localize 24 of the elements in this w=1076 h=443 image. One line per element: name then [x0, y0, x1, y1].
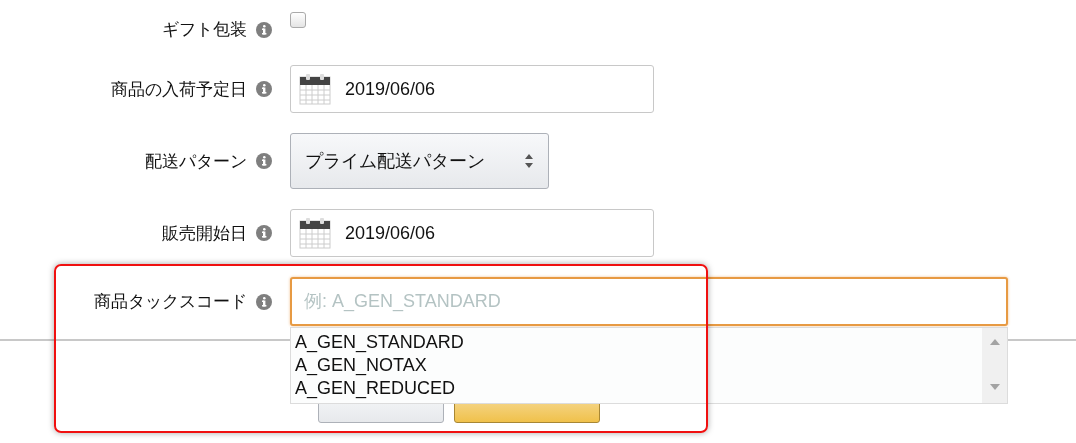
scrollbar[interactable] — [982, 328, 1007, 403]
calendar-icon — [299, 217, 331, 249]
suggestion-item[interactable]: A_GEN_NOTAX — [295, 354, 978, 377]
field-label: 商品タックスコード — [94, 291, 247, 313]
field-label: 販売開始日 — [162, 222, 247, 245]
scroll-up-icon[interactable] — [988, 338, 1001, 346]
info-icon[interactable] — [256, 225, 272, 241]
calendar-icon — [299, 73, 331, 105]
field-label: ギフト包装 — [162, 19, 247, 41]
shipping-pattern-dropdown[interactable]: プライム配送パターン — [290, 133, 549, 189]
sort-caret-icon — [524, 153, 534, 169]
tax-code-input[interactable]: 例: A_GEN_STANDARD — [290, 277, 1008, 326]
info-icon[interactable] — [256, 21, 272, 38]
info-icon[interactable] — [256, 153, 272, 169]
info-icon[interactable] — [256, 81, 272, 97]
info-icon[interactable] — [256, 293, 272, 310]
gift-wrap-checkbox[interactable] — [290, 12, 306, 28]
date-field[interactable]: 2019/06/06 — [290, 209, 654, 257]
scroll-down-icon[interactable] — [988, 383, 1001, 391]
suggestion-item[interactable]: A_GEN_REDUCED — [295, 377, 978, 400]
date-field[interactable]: 2019/06/06 — [290, 65, 654, 113]
field-label: 商品の入荷予定日 — [111, 78, 247, 101]
field-label: 配送パターン — [145, 150, 247, 173]
suggestion-item[interactable]: A_GEN_STANDARD — [295, 331, 978, 354]
